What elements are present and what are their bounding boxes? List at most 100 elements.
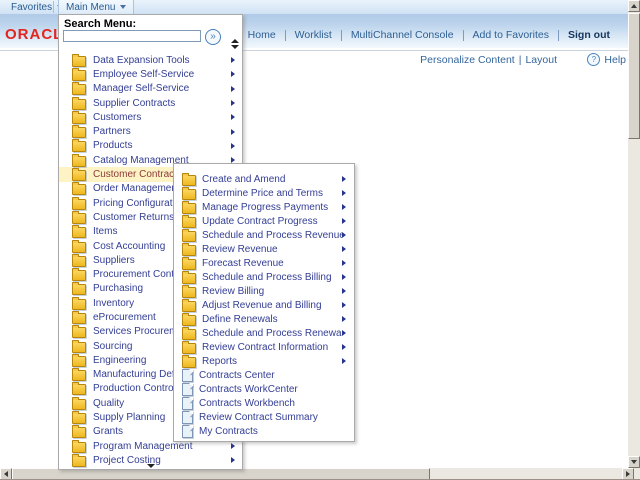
submenu-item-label: Forecast Revenue	[202, 258, 342, 269]
search-menu-label: Search Menu:	[64, 18, 136, 30]
submenu-item[interactable]: Schedule and Process Billing	[174, 270, 352, 284]
layout-link[interactable]: Layout	[525, 54, 557, 66]
cascade-arrow-icon	[231, 129, 235, 135]
submenu-item[interactable]: Schedule and Process Renewals	[174, 326, 352, 340]
submenu-item[interactable]: Review Contract Information	[174, 340, 352, 354]
top-tab-strip: Favorites Main Menu	[0, 0, 628, 14]
menu-scroll-down-icon[interactable]	[147, 464, 155, 468]
submenu-item[interactable]: Adjust Revenue and Billing	[174, 298, 352, 312]
nav-separator	[341, 30, 342, 41]
folder-icon	[182, 287, 196, 298]
cascade-arrow-icon	[342, 204, 346, 210]
submenu-item[interactable]: Manage Progress Payments	[174, 200, 352, 214]
menu-item-label: Employee Self-Service	[93, 69, 231, 80]
folder-icon	[72, 356, 86, 367]
scrollbar-up-button[interactable]	[628, 0, 640, 12]
submenu-item[interactable]: Review Billing	[174, 284, 352, 298]
search-go-button[interactable]: »	[205, 29, 221, 45]
folder-icon	[182, 315, 196, 326]
menu-item-label: Data Expansion Tools	[93, 55, 231, 66]
menu-item[interactable]: Customers	[59, 110, 240, 124]
page-icon	[182, 397, 193, 410]
submenu-item-label: Review Contract Information	[202, 342, 342, 353]
submenu-item[interactable]: Review Contract Summary	[174, 410, 352, 424]
submenu-item[interactable]: Review Revenue	[174, 242, 352, 256]
submenu-item[interactable]: Contracts WorkCenter	[174, 382, 352, 396]
submenu-item[interactable]: Determine Price and Terms	[174, 186, 352, 200]
scroll-left-arrow-icon	[4, 471, 8, 477]
nav-link-sign-out[interactable]: Sign out	[568, 29, 610, 41]
folder-icon	[72, 113, 86, 124]
submenu-item[interactable]: Forecast Revenue	[174, 256, 352, 270]
submenu-item-label: Contracts WorkCenter	[199, 384, 352, 395]
submenu-item-label: Schedule and Process Revenue	[202, 230, 342, 241]
submenu-item[interactable]: Reports	[174, 354, 352, 368]
tab-main-menu[interactable]: Main Menu	[58, 0, 134, 14]
folder-icon	[72, 399, 86, 410]
menu-item[interactable]: Data Expansion Tools	[59, 53, 240, 67]
folder-icon	[72, 70, 86, 81]
submenu-item-label: Manage Progress Payments	[202, 202, 342, 213]
folder-icon	[182, 301, 196, 312]
cascade-arrow-icon	[231, 57, 235, 63]
folder-icon	[72, 256, 86, 267]
nav-link-worklist[interactable]: Worklist	[295, 29, 332, 41]
cascade-arrow-icon	[342, 260, 346, 266]
personalize-separator: |	[519, 54, 522, 66]
folder-icon	[72, 170, 86, 181]
submenu-item-label: Contracts Center	[199, 370, 352, 381]
cascade-arrow-icon	[231, 457, 235, 463]
nav-link-add-to-favorites[interactable]: Add to Favorites	[473, 29, 549, 41]
submenu-item[interactable]: My Contracts	[174, 424, 352, 438]
submenu-item[interactable]: Update Contract Progress	[174, 214, 352, 228]
submenu-item[interactable]: Define Renewals	[174, 312, 352, 326]
page-icon	[182, 425, 193, 438]
submenu-item-label: Create and Amend	[202, 174, 342, 185]
cascade-arrow-icon	[342, 190, 346, 196]
cascade-arrow-icon	[231, 143, 235, 149]
cascade-arrow-icon	[342, 302, 346, 308]
help-icon[interactable]: ?	[587, 53, 600, 66]
folder-icon	[182, 357, 196, 368]
folder-icon	[72, 384, 86, 395]
cascade-arrow-icon	[342, 344, 346, 350]
submenu-item[interactable]: Contracts Workbench	[174, 396, 352, 410]
submenu-list: Create and AmendDetermine Price and Term…	[174, 172, 352, 438]
menu-item[interactable]: Manager Self-Service	[59, 82, 240, 96]
cascade-arrow-icon	[231, 443, 235, 449]
vertical-scrollbar[interactable]	[628, 0, 640, 468]
menu-item[interactable]: Products	[59, 139, 240, 153]
menu-item[interactable]: Partners	[59, 124, 240, 138]
customer-contracts-submenu: Create and AmendDetermine Price and Term…	[173, 163, 355, 442]
menu-item[interactable]: Employee Self-Service	[59, 67, 240, 81]
help-link[interactable]: Help	[604, 54, 626, 66]
menu-item[interactable]: Supplier Contracts	[59, 96, 240, 110]
submenu-item[interactable]: Create and Amend	[174, 172, 352, 186]
header-nav-links: Home Worklist MultiChannel Console Add t…	[248, 29, 610, 41]
cascade-arrow-icon	[342, 218, 346, 224]
menu-search-input[interactable]	[63, 30, 201, 42]
nav-link-home[interactable]: Home	[248, 29, 276, 41]
folder-icon	[72, 413, 86, 424]
folder-icon	[182, 245, 196, 256]
page-icon	[182, 369, 193, 382]
personalize-content-link[interactable]: Personalize Content	[420, 54, 515, 66]
vertical-scrollbar-thumb[interactable]	[628, 13, 640, 139]
nav-link-multichannel-console[interactable]: MultiChannel Console	[351, 29, 454, 41]
submenu-item-label: Reports	[202, 356, 342, 367]
folder-icon	[72, 99, 86, 110]
folder-icon	[72, 184, 86, 195]
nav-separator	[558, 30, 559, 41]
folder-icon	[72, 56, 86, 67]
folder-icon	[72, 342, 86, 353]
scrollbar-down-button[interactable]	[628, 456, 640, 468]
menu-scroll-updown-icon[interactable]	[231, 39, 240, 51]
cascade-arrow-icon	[231, 71, 235, 77]
folder-icon	[72, 242, 86, 253]
folder-icon	[72, 299, 86, 310]
menu-item-label: Products	[93, 140, 231, 151]
submenu-item[interactable]: Contracts Center	[174, 368, 352, 382]
folder-icon	[182, 343, 196, 354]
folder-icon	[72, 127, 86, 138]
submenu-item[interactable]: Schedule and Process Revenue	[174, 228, 352, 242]
